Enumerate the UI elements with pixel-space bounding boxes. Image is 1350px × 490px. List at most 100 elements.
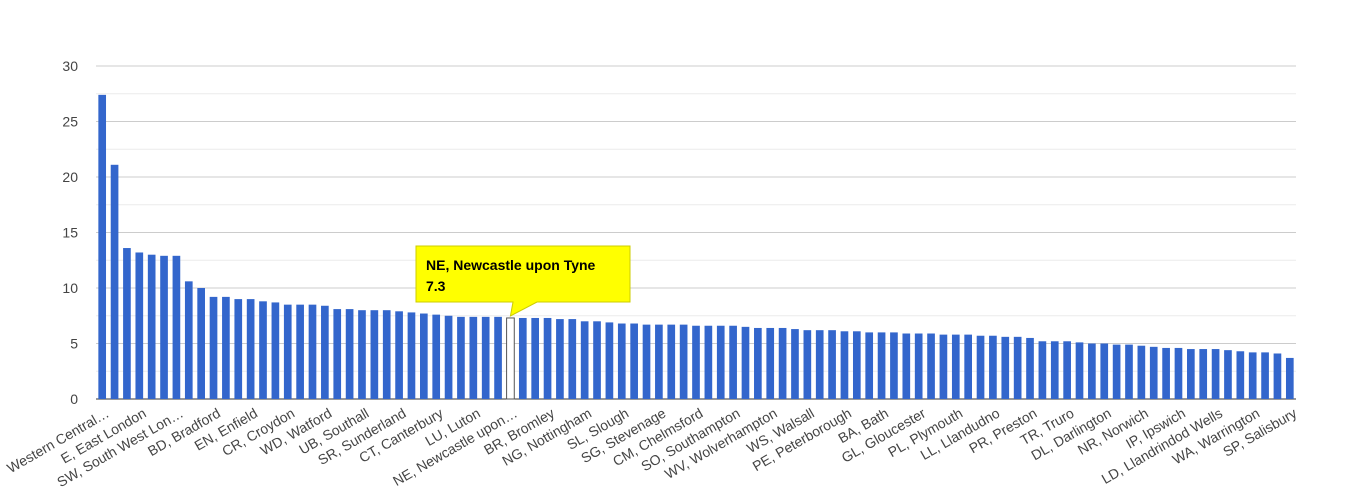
bar[interactable] [1075,342,1084,399]
bar[interactable] [766,327,775,399]
bar[interactable] [370,310,379,399]
bar[interactable] [197,288,205,399]
bar[interactable] [259,301,267,399]
bar[interactable] [1063,341,1071,399]
bar[interactable] [494,316,502,399]
bar[interactable] [172,255,181,399]
bar[interactable] [1211,349,1220,399]
bar[interactable] [568,319,577,399]
bar[interactable] [518,317,527,399]
bar[interactable] [939,334,948,399]
bar[interactable] [110,164,119,399]
bar[interactable] [420,313,428,399]
bar-chart: 0 5 10 15 20 25 30 Western Central… E, East Lon… [0,0,1350,490]
bar[interactable] [716,325,725,399]
bar[interactable] [444,315,453,399]
bar[interactable] [741,326,750,399]
bar[interactable] [989,335,997,399]
bar[interactable] [580,321,589,399]
bar[interactable] [1026,337,1034,399]
bar[interactable] [160,255,168,399]
bar[interactable] [704,325,713,399]
bar[interactable] [123,248,131,399]
bar[interactable] [914,333,923,399]
bar[interactable] [1162,347,1170,399]
bar[interactable] [1100,343,1109,400]
y-tick-label: 15 [62,225,78,241]
bar[interactable] [877,332,886,399]
bar[interactable] [382,310,391,399]
bar[interactable] [890,332,898,399]
y-axis-ticks: 0 5 10 15 20 25 30 [62,58,78,407]
bar[interactable] [976,335,985,399]
bar[interactable] [1001,336,1010,399]
bar[interactable] [642,324,651,399]
bar[interactable] [135,252,144,399]
bar[interactable] [964,334,972,399]
bar[interactable] [395,311,403,399]
bar[interactable] [234,299,243,399]
bar[interactable] [432,314,441,399]
bar[interactable] [469,316,478,399]
bar[interactable] [803,330,812,399]
bar[interactable] [296,304,304,399]
bar[interactable] [852,331,861,399]
bar[interactable] [692,325,700,399]
bar[interactable] [147,254,156,399]
bar[interactable] [407,312,416,399]
bar[interactable] [1038,341,1047,399]
bar[interactable] [679,324,688,399]
bar[interactable] [791,329,799,399]
bar[interactable] [1273,353,1282,399]
bar[interactable] [271,302,280,399]
bar[interactable] [1088,343,1096,400]
bar[interactable] [1125,344,1133,399]
bar[interactable] [778,327,787,399]
bar[interactable] [667,324,676,399]
bar[interactable] [333,309,342,399]
bar-highlighted[interactable] [506,317,515,400]
bar[interactable] [321,305,329,399]
bar[interactable] [1013,336,1022,399]
bar[interactable] [209,296,218,399]
bar[interactable] [246,299,255,399]
bar[interactable] [815,330,824,399]
bar[interactable] [655,324,663,399]
bar[interactable] [630,323,638,399]
bar[interactable] [1285,357,1294,399]
bar[interactable] [902,333,911,399]
bar[interactable] [543,317,552,399]
bar[interactable] [358,310,366,399]
bar[interactable] [1248,352,1257,399]
bar[interactable] [927,333,935,399]
bar[interactable] [865,332,874,399]
bar[interactable] [729,325,737,399]
bar[interactable] [283,304,292,399]
bar[interactable] [754,327,762,399]
bar[interactable] [1224,350,1232,399]
bar[interactable] [840,331,849,399]
bar[interactable] [1174,347,1183,399]
bar[interactable] [1149,346,1158,399]
bar[interactable] [1112,344,1121,399]
bar[interactable] [481,316,490,399]
bar[interactable] [531,317,540,399]
bar[interactable] [1236,351,1245,399]
bar[interactable] [1137,345,1146,399]
bar[interactable] [1050,341,1059,399]
bar[interactable] [828,330,836,399]
bar[interactable] [605,322,614,399]
bar[interactable] [593,321,601,399]
bar[interactable] [222,296,230,399]
bar[interactable] [308,304,317,399]
bar[interactable] [98,94,107,400]
bar[interactable] [1261,352,1269,399]
bar[interactable] [1187,349,1195,399]
bar[interactable] [556,319,564,399]
bar[interactable] [617,323,626,399]
bar[interactable] [951,334,960,399]
bar[interactable] [457,316,465,399]
bar[interactable] [345,309,354,399]
bar[interactable] [184,281,193,399]
bar[interactable] [1199,349,1208,399]
